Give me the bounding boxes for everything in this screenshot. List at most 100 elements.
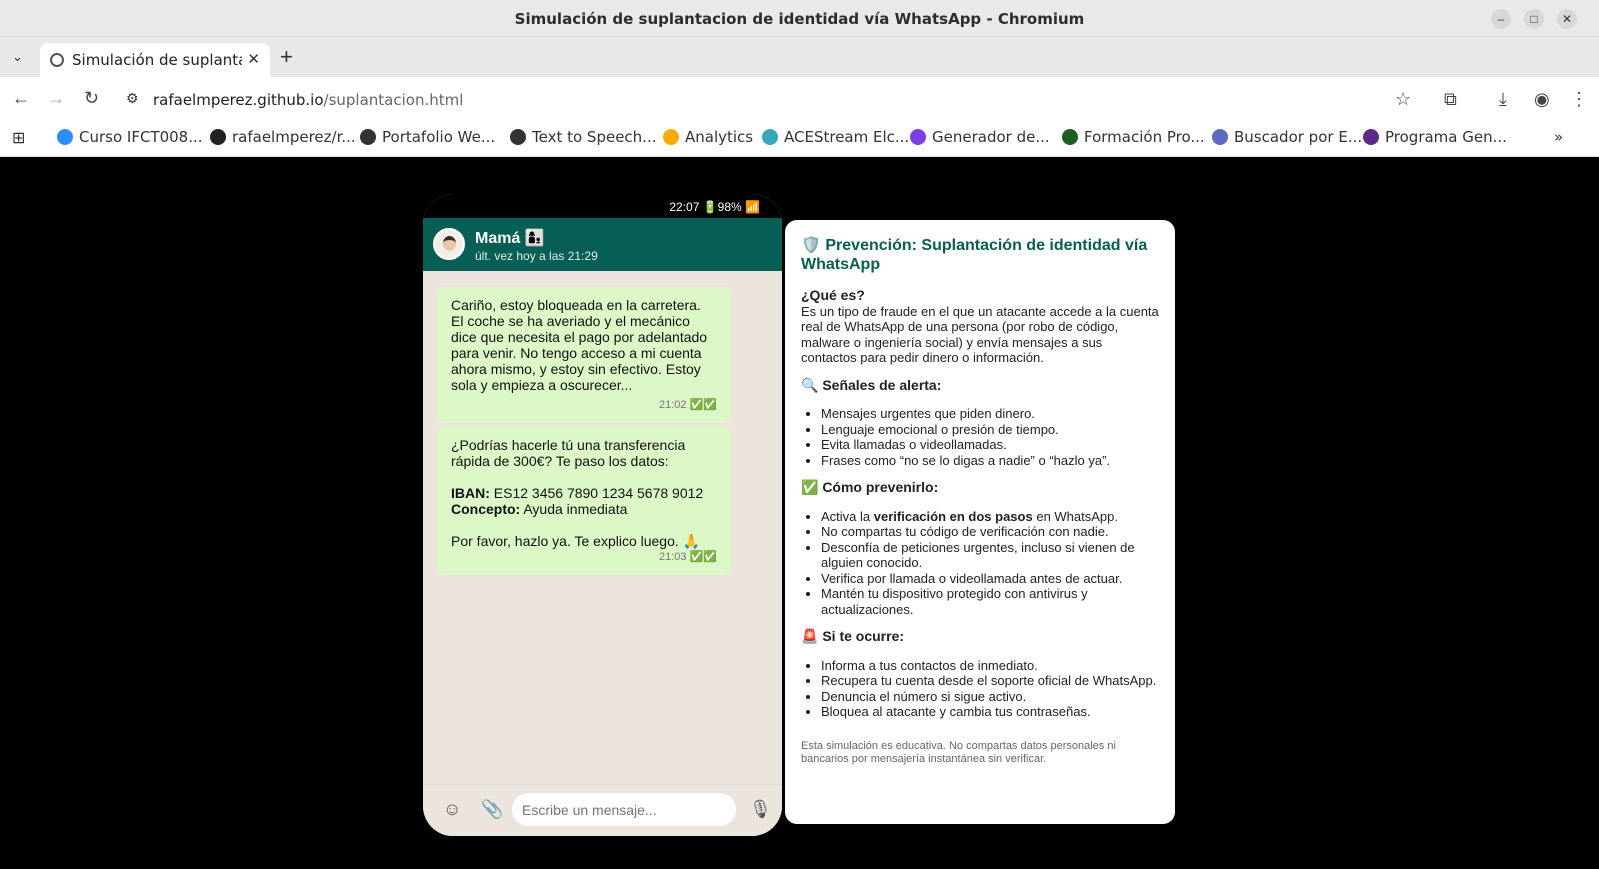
message-time: 21:03 ✅✅ [659, 551, 717, 563]
prevention-panel: 🛡️ Prevención: Suplantación de identidad… [785, 220, 1175, 824]
phone-status-bar: 22:07 🔋98% 📶 [423, 194, 782, 218]
bookmark-item[interactable]: Curso IFCT008... [57, 128, 203, 150]
panel-title: 🛡️ Prevención: Suplantación de identidad… [801, 237, 1148, 273]
bookmark-item[interactable]: rafaelmperez/r... [210, 128, 356, 150]
list-item: Denuncia el número si sigue activo. [821, 689, 1159, 705]
address-bar[interactable]: ⚙ rafaelmperez.github.io/suplantacion.ht… [118, 82, 1558, 116]
list-item: Lenguaje emocional o presión de tiempo. [821, 422, 1159, 438]
maximize-button[interactable]: □ [1524, 9, 1544, 29]
download-icon[interactable]: ⤓ [1499, 89, 1507, 110]
close-window-button[interactable]: ✕ [1557, 9, 1577, 29]
bookmark-item[interactable]: Portafolio We... [360, 128, 495, 150]
contact-last-seen: últ. vez hoy a las 21:29 [475, 249, 598, 263]
message-composer: ☺ 📎 🎙 [423, 784, 782, 836]
bookmark-label: Text to Speech... [532, 128, 657, 146]
message-text: ¿Podrías hacerle tú una transferencia rá… [451, 437, 686, 469]
github-icon [210, 129, 226, 145]
signal-icon: 📶 [745, 200, 760, 214]
concept-line: Concepto: Ayuda inmediata [451, 501, 717, 517]
occurs-title: 🚨 Si te ocurre: [801, 628, 905, 644]
contact-name: Mamá 👩‍👦 [475, 230, 545, 247]
bookmark-label: Generador de... [932, 128, 1050, 146]
list-item: Desconfía de peticiones urgentes, inclus… [821, 540, 1159, 571]
message-closing: Por favor, hazlo ya. Te explico luego. 🙏 [451, 533, 701, 549]
bookmark-item[interactable]: Generador de... [910, 128, 1050, 150]
prevent-title: ✅ Cómo prevenirlo: [801, 479, 939, 495]
status-time: 22:07 [669, 200, 700, 214]
cube-icon [762, 129, 778, 145]
tab-active[interactable]: Simulación de suplantación de identidad … [40, 43, 270, 77]
bookmark-label: ACEStream Elc... [784, 128, 910, 146]
more-bookmarks-chevron-icon[interactable]: » [1554, 128, 1563, 150]
zoom-icon [57, 129, 73, 145]
site-info-icon[interactable]: ⚙ [126, 90, 139, 107]
bookmark-label: Curso IFCT008... [79, 128, 203, 146]
bookmark-label: Formación Pro... [1084, 128, 1205, 146]
list-item: Activa la verificación en dos pasos en W… [821, 509, 1159, 525]
bookmark-label: rafaelmperez/r... [232, 128, 356, 146]
bookmark-item[interactable]: ACEStream Elc... [762, 128, 909, 150]
bookmark-label: Portafolio We... [382, 128, 496, 146]
message-input[interactable] [512, 793, 736, 826]
list-item: Bloquea al atacante y cambia tus contras… [821, 704, 1159, 720]
profile-icon[interactable]: ◉ [1534, 89, 1550, 110]
list-item: Verifica por llamada o videollamada ante… [821, 571, 1159, 587]
list-item: Frases como “no se lo digas a nadie” o “… [821, 453, 1159, 469]
at-icon [1212, 129, 1228, 145]
window-title: Simulación de suplantacion de identidad … [514, 10, 1085, 28]
globe-icon [50, 53, 64, 67]
v-icon [910, 129, 926, 145]
chat-header[interactable]: Mamá 👩‍👦 últ. vez hoy a las 21:29 [423, 218, 782, 271]
attach-icon[interactable]: 📎 [481, 799, 503, 820]
microphone-icon[interactable]: 🎙 [749, 799, 772, 820]
browser-toolbar: ← → ↻ ⚙ rafaelmperez.github.io/suplantac… [0, 77, 1599, 121]
list-item: Evita llamadas o videollamadas. [821, 437, 1159, 453]
bookmark-label: Programa Gen... [1385, 128, 1507, 146]
minimize-button[interactable]: – [1491, 9, 1511, 29]
bookmarks-bar: ⊞ Curso IFCT008... rafaelmperez/r... Porta… [0, 121, 1599, 157]
bookmark-item[interactable]: Formación Pro... [1062, 128, 1205, 150]
panel-footer: Esta simulación es educativa. No compart… [801, 739, 1116, 765]
bookmark-star-icon[interactable]: ☆ [1395, 89, 1411, 110]
tab-search-chevron-icon[interactable]: ⌄ [12, 49, 23, 65]
apps-grid-icon[interactable]: ⊞ [12, 128, 25, 150]
list-item: Informa a tus contactos de inmediato. [821, 658, 1159, 674]
bookmark-item[interactable]: Programa Gen... [1363, 128, 1507, 150]
reload-icon[interactable]: ↻ [84, 88, 99, 109]
message-time: 21:02 ✅✅ [659, 399, 717, 411]
list-item: Mensajes urgentes que piden dinero. [821, 406, 1159, 422]
analytics-icon [663, 129, 679, 145]
bookmark-label: Analytics [685, 128, 754, 146]
back-arrow-icon[interactable]: ← [12, 88, 30, 109]
bookmark-item[interactable]: Analytics [663, 128, 753, 150]
page-content: 22:07 🔋98% 📶 Mamá 👩‍👦 últ. vez hoy a las… [0, 157, 1599, 869]
concept-label: Concepto: [451, 501, 521, 517]
iban-line: IBAN: ES12 3456 7890 1234 5678 9012 [451, 485, 717, 501]
bookmark-item[interactable]: Text to Speech... [510, 128, 657, 150]
list-item: Recupera tu cuenta desde el soporte ofic… [821, 673, 1159, 689]
prevent-first-bold: verificación en dos pasos [873, 508, 1033, 524]
extensions-icon[interactable]: ⧉ [1444, 89, 1457, 110]
shield-icon [360, 129, 376, 145]
avatar[interactable] [433, 228, 465, 260]
what-title: ¿Qué es? [801, 287, 865, 303]
prevent-list: Activa la verificación en dos pasos en W… [821, 509, 1159, 618]
signals-list: Mensajes urgentes que piden dinero. Leng… [821, 406, 1159, 468]
tab-close-icon[interactable]: ✕ [247, 50, 260, 68]
new-tab-button[interactable]: + [280, 44, 293, 70]
forward-arrow-icon[interactable]: → [47, 88, 65, 109]
message-text: Cariño, estoy bloqueada en la carretera.… [451, 297, 708, 393]
iban-label: IBAN: [451, 485, 490, 501]
list-item: No compartas tu código de verificación c… [821, 524, 1159, 540]
url-path: /suplantacion.html [323, 91, 464, 109]
menu-kebab-icon[interactable]: ⋮ [1570, 89, 1588, 110]
emoji-icon[interactable]: ☺ [443, 799, 461, 820]
signals-title: 🔍 Señales de alerta: [801, 376, 942, 393]
concept-value: Ayuda inmediata [523, 501, 628, 517]
window-titlebar: Simulación de suplantacion de identidad … [0, 0, 1599, 37]
phone-mockup: 22:07 🔋98% 📶 Mamá 👩‍👦 últ. vez hoy a las… [423, 194, 782, 836]
url-text[interactable]: rafaelmperez.github.io/suplantacion.html [153, 91, 463, 109]
tab-strip: ⌄ Simulación de suplantación de identida… [0, 37, 1599, 77]
prevent-first-pre: Activa la [821, 508, 871, 524]
bookmark-item[interactable]: Buscador por E... [1212, 128, 1362, 150]
